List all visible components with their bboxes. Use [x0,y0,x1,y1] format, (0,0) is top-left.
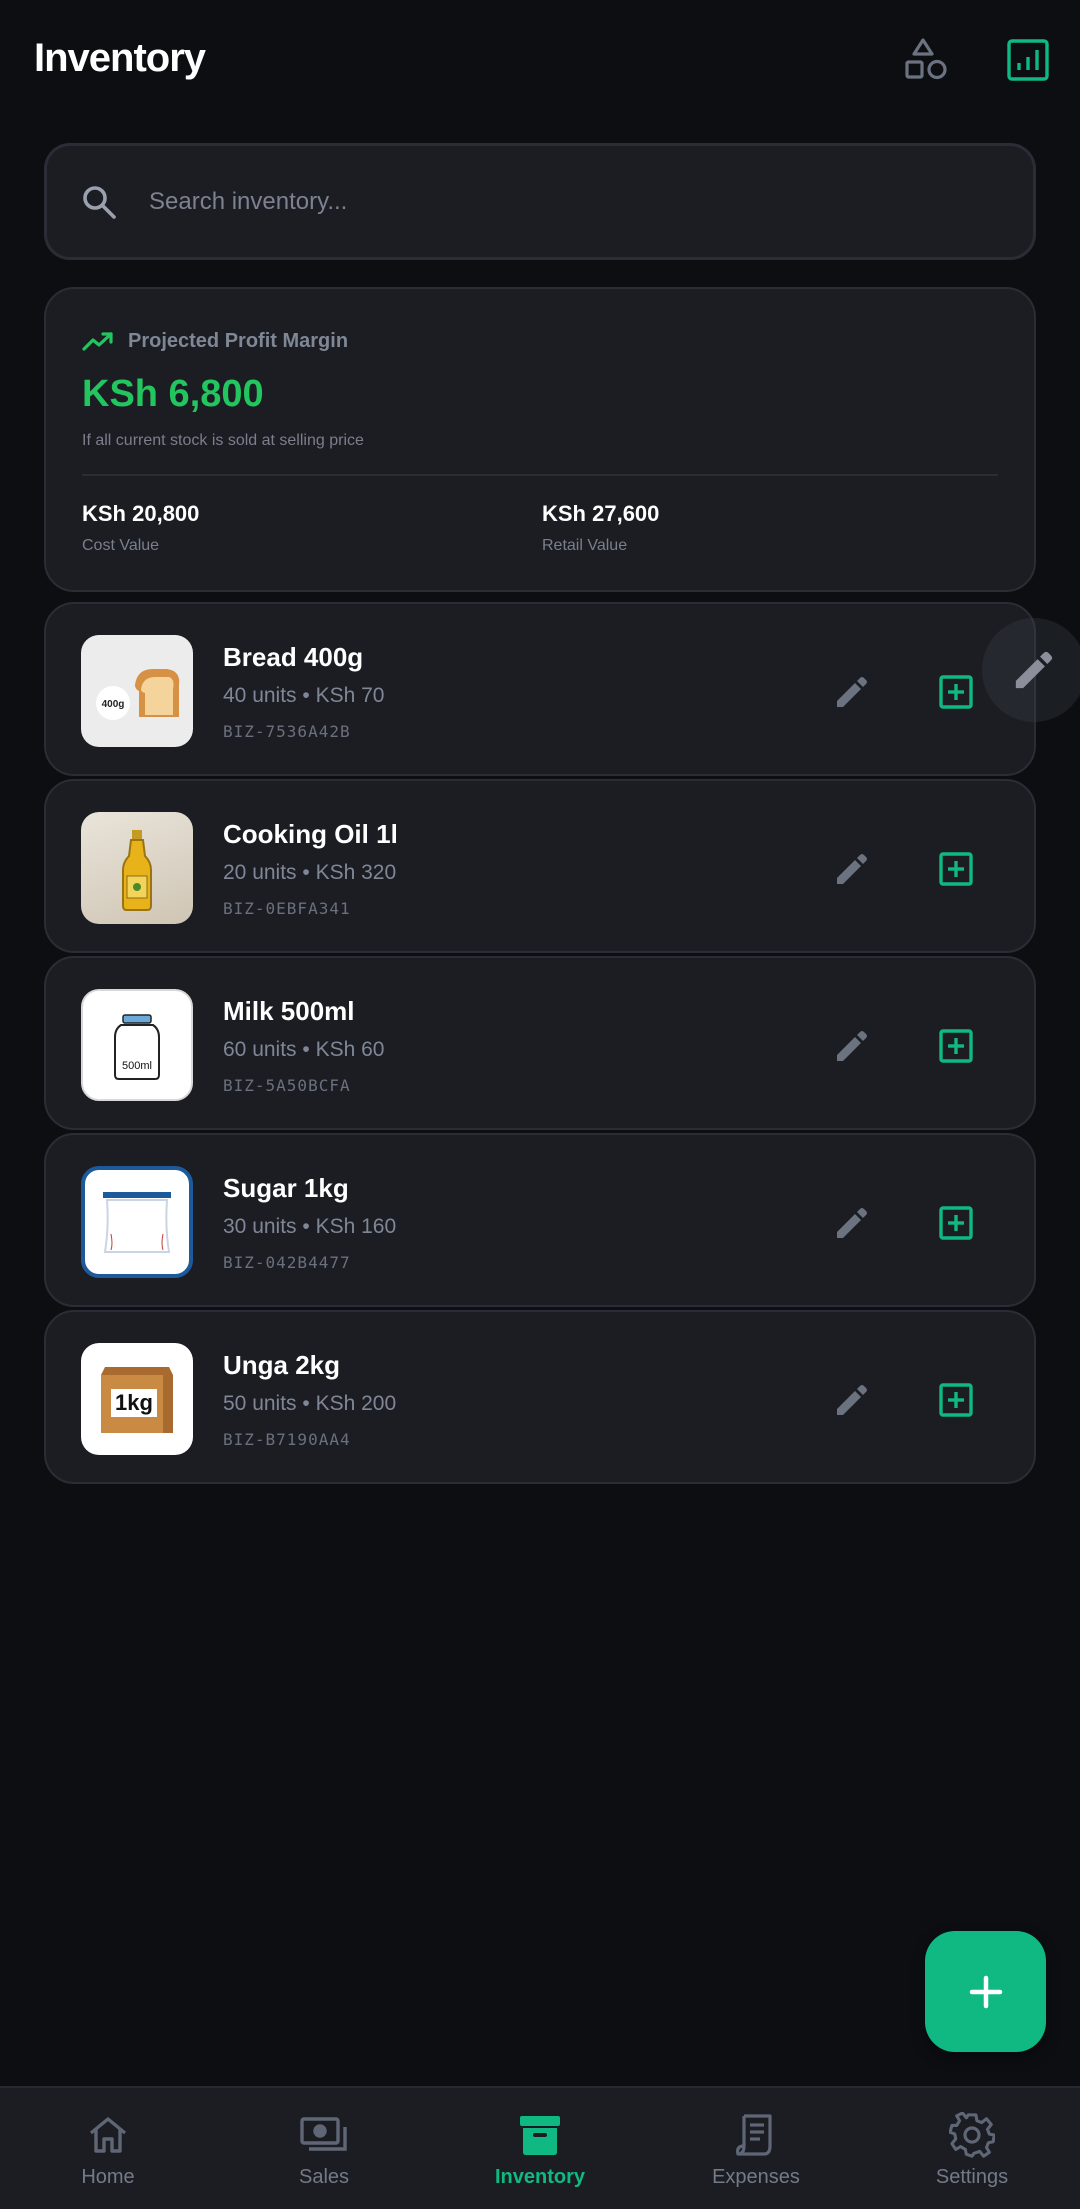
pencil-icon [837,1208,867,1238]
item-meta: 40 units • KSh 70 [223,684,385,707]
plus-square-icon [939,1029,973,1063]
item-meta: 20 units • KSh 320 [223,861,397,884]
inventory-item[interactable]: 1kg Unga 2kg 50 units • KSh 200 BIZ-B719… [44,1310,1036,1484]
item-name: Cooking Oil 1l [223,819,398,849]
pencil-icon [837,1385,867,1415]
add-stock-button[interactable] [928,664,984,720]
item-sku: BIZ-0EBFA341 [223,899,351,918]
item-sku: BIZ-B7190AA4 [223,1430,351,1449]
profit-header: Projected Profit Margin [82,329,348,353]
retail-value-stat: KSh 27,600 Retail Value [542,501,659,555]
nav-item-inventory[interactable]: Inventory [432,2088,648,2209]
profit-value: KSh 6,800 [82,373,264,415]
divider [82,474,998,476]
item-meta: 60 units • KSh 60 [223,1038,385,1061]
add-stock-button[interactable] [928,841,984,897]
retail-label: Retail Value [542,537,628,554]
cost-label: Cost Value [82,537,160,554]
sugar-bag-image [81,1166,193,1278]
edit-button[interactable] [824,1195,880,1251]
plus-square-icon [939,1206,973,1240]
edit-button[interactable] [824,841,880,897]
plus-icon [969,1975,1002,2008]
inventory-item[interactable]: 400g Bread 400g 40 units • KSh 70 BIZ-75… [44,602,1036,776]
nav-label: Sales [298,2166,350,2188]
item-sku: BIZ-5A50BCFA [223,1076,351,1095]
profit-note: If all current stock is sold at selling … [82,432,364,449]
page-title: Inventory [34,36,206,80]
archive-icon [515,2110,565,2160]
search-bar[interactable] [44,143,1036,260]
add-stock-button[interactable] [928,1018,984,1074]
svg-text:400g: 400g [102,699,125,710]
home-icon [83,2110,133,2160]
item-name: Unga 2kg [223,1350,341,1380]
pencil-icon [837,854,867,884]
cost-value: KSh 20,800 [82,501,200,526]
search-icon [83,186,116,219]
edit-button[interactable] [824,1018,880,1074]
inventory-item[interactable]: Sugar 1kg 30 units • KSh 160 BIZ-042B447… [44,1133,1036,1307]
search-input[interactable] [149,176,969,228]
add-stock-button[interactable] [928,1372,984,1428]
flour-box-image: 1kg [81,1343,193,1455]
nav-label: Expenses [712,2166,800,2188]
nav-label: Inventory [494,2166,586,2188]
header: Inventory [0,0,1080,120]
retail-value: KSh 27,600 [542,501,660,526]
item-sku: BIZ-7536A42B [223,722,351,741]
inventory-item[interactable]: Cooking Oil 1l 20 units • KSh 320 BIZ-0E… [44,779,1036,953]
add-stock-button[interactable] [928,1195,984,1251]
nav-item-sales[interactable]: Sales [216,2088,432,2209]
cash-icon [299,2110,349,2160]
trending-up-icon [82,332,113,351]
bottom-nav: Home Sales Inventory Expenses Settings [0,2086,1080,2209]
add-item-fab[interactable] [925,1931,1046,2052]
milk-jar-image: 500ml [81,989,193,1101]
edit-button[interactable] [824,664,880,720]
pencil-icon [837,677,867,707]
profit-label: Projected Profit Margin [128,329,349,352]
floating-edit-button[interactable] [982,618,1080,722]
pencil-icon [837,1031,867,1061]
item-meta: 50 units • KSh 200 [223,1392,397,1415]
nav-item-expenses[interactable]: Expenses [648,2088,864,2209]
gear-icon [947,2110,997,2160]
plus-square-icon [939,852,973,886]
item-sku: BIZ-042B4477 [223,1253,351,1272]
edit-button[interactable] [824,1372,880,1428]
receipt-icon [731,2110,781,2160]
inventory-item[interactable]: 500ml Milk 500ml 60 units • KSh 60 BIZ-5… [44,956,1036,1130]
chart-icon[interactable] [1002,34,1054,86]
item-name: Bread 400g [223,642,364,672]
shapes-icon[interactable] [900,34,952,86]
svg-text:1kg: 1kg [115,1390,153,1415]
pencil-icon [1015,651,1053,689]
item-name: Sugar 1kg [223,1173,349,1203]
cost-value-stat: KSh 20,800 Cost Value [82,501,199,555]
nav-item-settings[interactable]: Settings [864,2088,1080,2209]
bread-image: 400g [81,635,193,747]
nav-label: Home [81,2166,135,2188]
oil-bottle-image [81,812,193,924]
inventory-list: 400g Bread 400g 40 units • KSh 70 BIZ-75… [44,602,1036,1487]
plus-square-icon [939,675,973,709]
svg-text:500ml: 500ml [122,1060,152,1072]
plus-square-icon [939,1383,973,1417]
item-name: Milk 500ml [223,996,355,1026]
profit-summary-card: Projected Profit Margin KSh 6,800 If all… [44,287,1036,592]
nav-label: Settings [935,2166,1009,2188]
item-meta: 30 units • KSh 160 [223,1215,397,1238]
nav-item-home[interactable]: Home [0,2088,216,2209]
